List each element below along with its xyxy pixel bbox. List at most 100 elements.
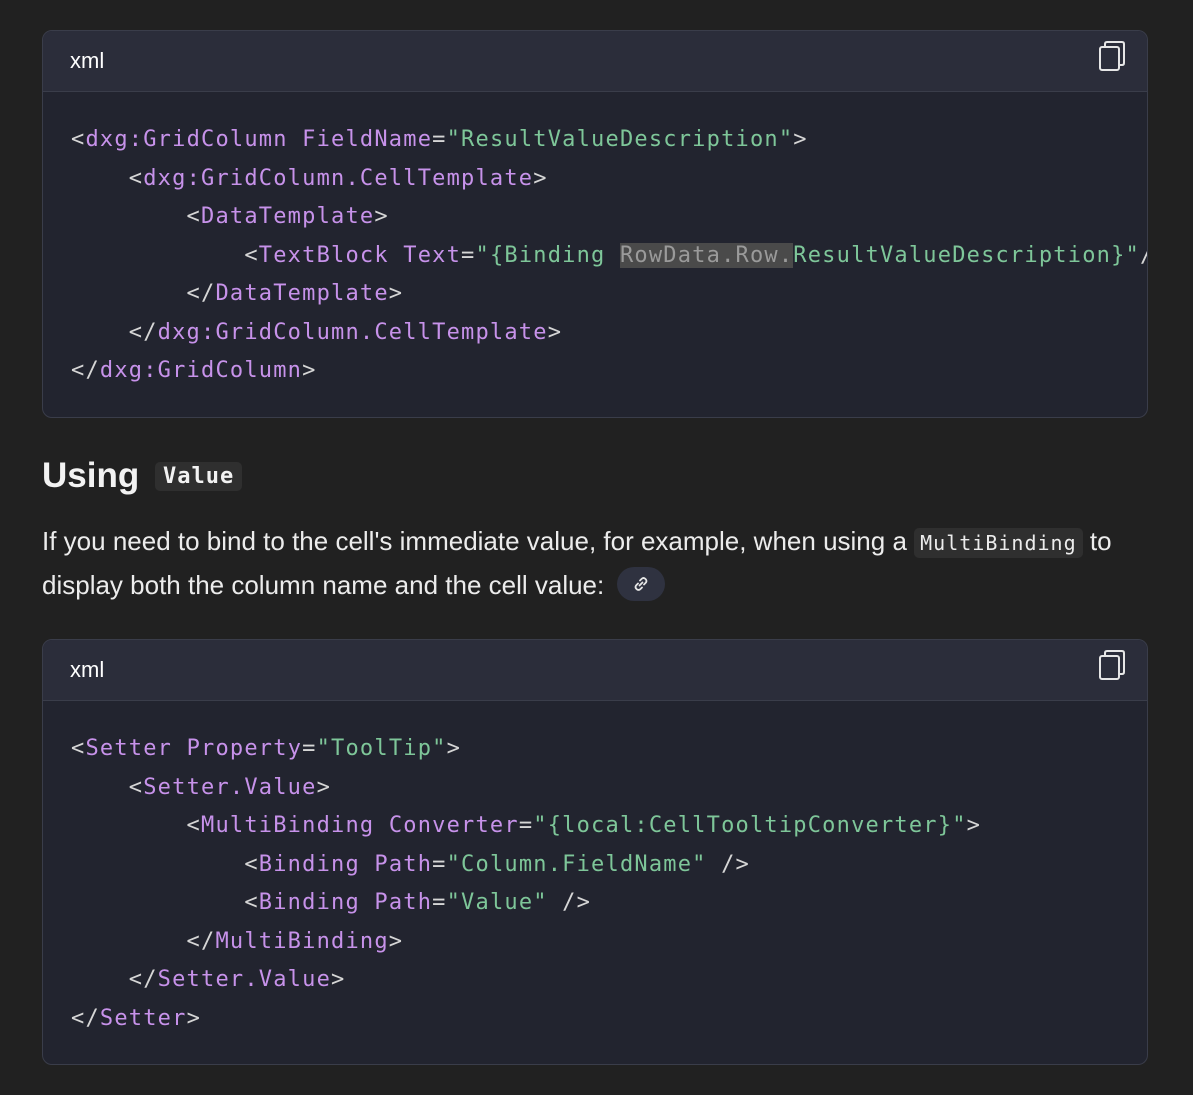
section-heading: Using Value bbox=[42, 456, 243, 496]
code-punct: = bbox=[432, 851, 447, 877]
code-language-label: xml bbox=[70, 657, 105, 682]
code-punct: > bbox=[793, 127, 808, 152]
code-punct bbox=[389, 243, 403, 268]
code-tag: MultiBinding bbox=[201, 813, 375, 838]
code-line: <Setter.Value> bbox=[71, 769, 981, 808]
code-punct: = bbox=[432, 127, 447, 152]
paragraph-text-before: If you need to bind to the cell's immedi… bbox=[42, 526, 915, 556]
code-punct: > bbox=[302, 358, 317, 383]
code-tag: Setter bbox=[99, 1005, 187, 1031]
code-punct: = bbox=[461, 242, 476, 268]
copy-code-button[interactable] bbox=[1095, 39, 1129, 73]
code-attr: Path bbox=[374, 890, 433, 915]
code-punct: </ bbox=[71, 281, 216, 306]
code-punct: < bbox=[71, 242, 259, 268]
code-line: <Binding Path="Value" /> bbox=[71, 884, 981, 923]
code-string: "ToolTip" bbox=[316, 736, 447, 761]
code-punct: </ bbox=[71, 358, 100, 383]
code-block-xml-setter: xml <Setter Property="ToolTip"> <Setter.… bbox=[42, 639, 1148, 1065]
code-punct: > bbox=[186, 1005, 202, 1031]
code-highlight: RowData.Row. bbox=[619, 242, 794, 268]
code-attr: Path bbox=[374, 851, 433, 877]
code-punct: </ bbox=[71, 319, 158, 345]
code-line: <Binding Path="Column.FieldName" /> bbox=[71, 846, 981, 885]
code-string: "ResultValueDescription" bbox=[446, 127, 794, 152]
code-line: </dxg:GridColumn> bbox=[71, 352, 1147, 391]
code-punct: > bbox=[533, 165, 548, 191]
code-punct: </ bbox=[71, 967, 158, 992]
link-icon bbox=[635, 577, 648, 592]
heading-inline-code: Value bbox=[154, 462, 243, 491]
code-line: </dxg:GridColumn.CellTemplate> bbox=[71, 314, 1147, 353]
code-punct bbox=[374, 813, 388, 838]
code-string: ResultValueDescription}" bbox=[793, 242, 1140, 268]
code-line: </Setter.Value> bbox=[71, 961, 981, 1000]
code-attr: Text bbox=[403, 242, 462, 268]
code-punct: </ bbox=[71, 1005, 100, 1031]
code-line: <Setter Property="ToolTip"> bbox=[71, 730, 981, 769]
code-punct: /> bbox=[547, 890, 592, 915]
code-punct bbox=[288, 127, 302, 152]
code-punct: > bbox=[374, 204, 389, 229]
code-block-header: xml bbox=[43, 640, 1147, 701]
code-tag: TextBlock bbox=[258, 242, 389, 268]
code-punct: < bbox=[71, 851, 259, 877]
code-content: <Setter Property="ToolTip"> <Setter.Valu… bbox=[71, 730, 981, 1038]
code-tag: DataTemplate bbox=[201, 204, 375, 229]
code-punct: = bbox=[432, 890, 447, 915]
code-punct: > bbox=[966, 813, 982, 838]
code-string: "Value" bbox=[446, 890, 548, 915]
code-punct bbox=[172, 736, 186, 761]
code-string: "{local:CellTooltipConverter}" bbox=[533, 813, 967, 838]
copy-icon bbox=[1099, 650, 1125, 680]
code-line: <dxg:GridColumn.CellTemplate> bbox=[71, 160, 1147, 199]
code-punct: < bbox=[71, 774, 144, 800]
copy-code-button[interactable] bbox=[1095, 648, 1129, 682]
code-punct: < bbox=[71, 165, 144, 191]
anchor-link-button[interactable] bbox=[617, 567, 666, 602]
heading-text: Using bbox=[42, 456, 140, 495]
code-block-xml-gridcolumn: xml <dxg:GridColumn FieldName="ResultVal… bbox=[42, 30, 1148, 418]
code-punct: > bbox=[547, 319, 563, 345]
code-language-label: xml bbox=[70, 48, 105, 73]
code-string: "Column.FieldName" bbox=[446, 851, 707, 877]
code-tag: dxg:GridColumn bbox=[85, 127, 288, 152]
code-punct: = bbox=[518, 813, 534, 838]
code-tag: Setter.Value bbox=[157, 967, 332, 992]
code-punct: /> bbox=[1140, 243, 1147, 268]
code-line: <DataTemplate> bbox=[71, 198, 1147, 237]
code-punct: = bbox=[302, 736, 317, 761]
code-punct: > bbox=[388, 928, 404, 954]
code-line: </MultiBinding> bbox=[71, 923, 981, 962]
code-tag: DataTemplate bbox=[215, 281, 389, 306]
code-tag: Setter bbox=[85, 736, 173, 761]
code-punct: < bbox=[71, 813, 202, 838]
code-tag: Setter.Value bbox=[143, 774, 317, 800]
code-content: <dxg:GridColumn FieldName="ResultValueDe… bbox=[71, 121, 1147, 391]
code-punct: > bbox=[388, 281, 404, 306]
code-block-header: xml bbox=[43, 31, 1147, 92]
code-attr: Converter bbox=[388, 813, 519, 838]
code-punct: > bbox=[446, 736, 462, 761]
code-punct: > bbox=[316, 774, 332, 800]
code-string: "{Binding bbox=[475, 242, 620, 268]
paragraph-inline-code: MultiBinding bbox=[914, 528, 1083, 558]
code-line: </DataTemplate> bbox=[71, 275, 1147, 314]
copy-icon bbox=[1099, 41, 1125, 71]
code-tag: Binding bbox=[258, 851, 360, 877]
code-punct bbox=[360, 852, 374, 877]
code-punct: < bbox=[71, 204, 202, 229]
code-punct: < bbox=[71, 127, 86, 152]
code-tag: dxg:GridColumn.CellTemplate bbox=[157, 319, 548, 345]
code-tag: MultiBinding bbox=[215, 928, 389, 954]
code-tag: Binding bbox=[258, 890, 360, 915]
code-line: <dxg:GridColumn FieldName="ResultValueDe… bbox=[71, 121, 1147, 160]
code-punct bbox=[360, 890, 374, 915]
code-tag: dxg:GridColumn.CellTemplate bbox=[143, 165, 534, 191]
code-punct: </ bbox=[71, 928, 216, 954]
code-line: <TextBlock Text="{Binding RowData.Row.Re… bbox=[71, 237, 1147, 276]
code-punct: /> bbox=[706, 851, 750, 877]
code-punct: < bbox=[71, 890, 259, 915]
code-tag: dxg:GridColumn bbox=[99, 358, 303, 383]
section-paragraph: If you need to bind to the cell's immedi… bbox=[42, 520, 1152, 606]
